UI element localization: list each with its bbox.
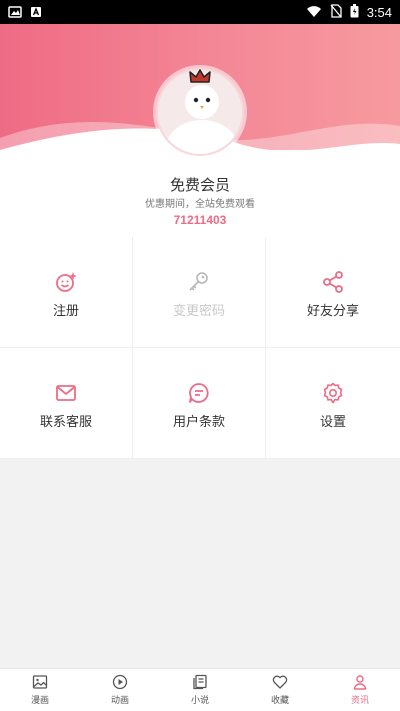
nav-label: 收藏 <box>270 696 289 706</box>
no-sim-icon <box>330 3 342 22</box>
gear-icon <box>323 382 343 404</box>
nav-item-manga[interactable]: 漫画 <box>0 669 80 711</box>
menu-item-share[interactable]: 好友分享 <box>266 237 400 348</box>
image-icon <box>32 675 48 689</box>
menu-item-label: 变更密码 <box>172 304 225 319</box>
membership-title: 免费会员 <box>169 176 230 194</box>
book-icon <box>193 674 207 690</box>
menu-item-label: 好友分享 <box>306 304 359 319</box>
nav-label: 漫画 <box>30 696 49 706</box>
menu-item-user-terms[interactable]: 用户条款 <box>133 348 266 459</box>
smile-sparkle-icon <box>56 272 77 292</box>
menu-item-contact-support[interactable]: 联系客服 <box>0 348 133 459</box>
crown-icon <box>189 69 211 83</box>
membership-subtitle: 优惠期间，全站免费观看 <box>145 199 255 210</box>
battery-icon <box>350 3 359 22</box>
menu-item-label: 用户条款 <box>172 415 225 430</box>
status-left <box>8 3 42 22</box>
status-right: 3:54 <box>306 3 392 22</box>
nav-item-news[interactable]: 资讯 <box>320 669 400 711</box>
user-id: 71211403 <box>173 213 227 227</box>
nav-label: 小说 <box>190 696 209 706</box>
gallery-notification-icon <box>8 3 22 22</box>
clock: 3:54 <box>366 4 392 20</box>
menu-item-label: 注册 <box>52 304 79 319</box>
key-icon <box>189 272 208 291</box>
nav-item-novel[interactable]: 小说 <box>160 669 240 711</box>
bottom-nav: 漫画 动画 小说 收藏 资讯 <box>0 668 400 711</box>
chat-terms-icon <box>189 383 209 403</box>
menu-item-label: 联系客服 <box>39 415 92 430</box>
menu-item-label: 设置 <box>319 415 346 430</box>
app-notification-icon <box>30 3 42 22</box>
share-icon <box>323 271 343 293</box>
heart-icon <box>272 675 288 689</box>
menu-grid: 注册 变更密码 好友分享 联系客服 用户条款 设置 <box>0 237 400 459</box>
wifi-icon <box>306 3 322 22</box>
nav-label: 资讯 <box>350 696 369 706</box>
menu-item-register[interactable]: 注册 <box>0 237 133 348</box>
nav-item-favorites[interactable]: 收藏 <box>240 669 320 711</box>
menu-item-change-password[interactable]: 变更密码 <box>133 237 266 348</box>
person-icon <box>353 675 367 690</box>
mail-icon <box>56 385 76 401</box>
status-bar: 3:54 <box>0 0 400 24</box>
menu-item-settings[interactable]: 设置 <box>266 348 400 459</box>
nav-label: 动画 <box>110 696 129 706</box>
nav-item-anime[interactable]: 动画 <box>80 669 160 711</box>
play-circle-icon <box>112 674 128 690</box>
